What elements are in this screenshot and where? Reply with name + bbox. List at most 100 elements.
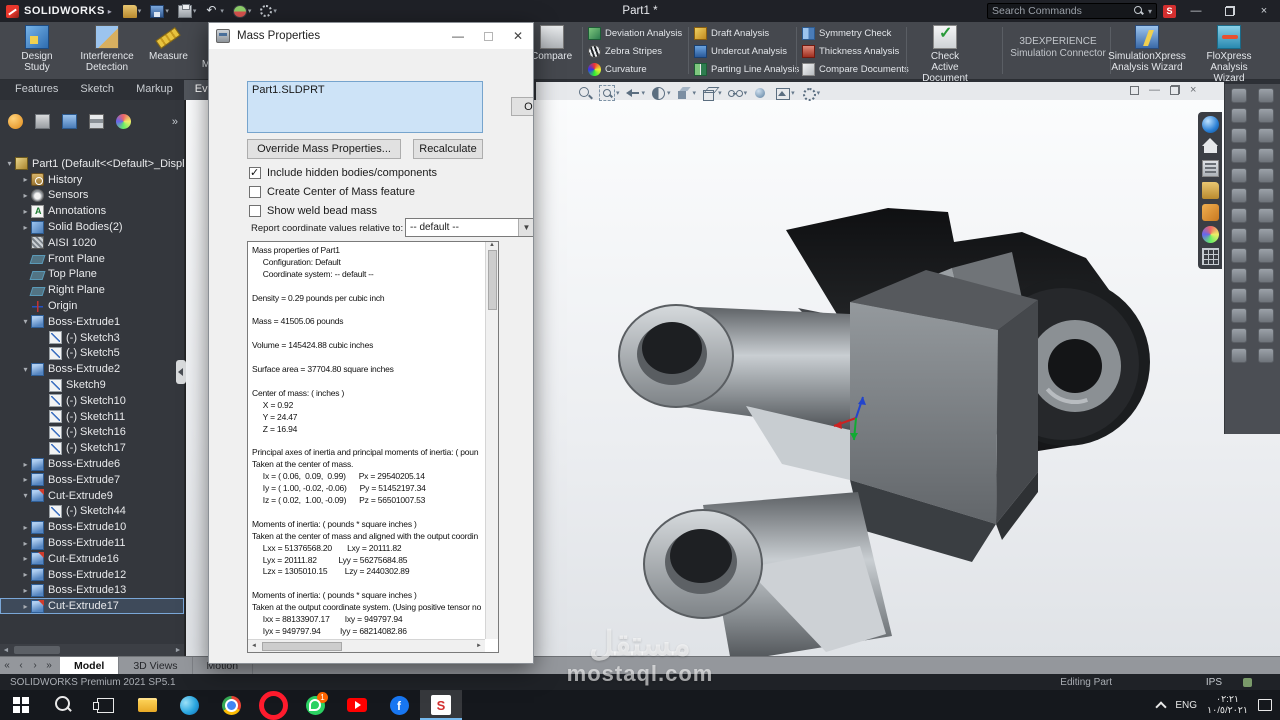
menu-expand-icon[interactable]: ▸ bbox=[108, 7, 112, 16]
expander-icon[interactable]: ▾ bbox=[20, 491, 31, 500]
doc-restore-button[interactable] bbox=[1170, 85, 1180, 95]
tree-item[interactable]: (-) Sketch3 bbox=[0, 330, 184, 346]
symmetry-check-button[interactable]: Symmetry Check bbox=[802, 25, 909, 42]
right-toolbar-icon[interactable] bbox=[1258, 348, 1274, 363]
scroll-tabs-end-icon[interactable]: » bbox=[42, 657, 56, 674]
expander-icon[interactable]: ▾ bbox=[20, 365, 31, 374]
tree-item[interactable]: (-) Sketch10 bbox=[0, 393, 184, 409]
right-toolbar-icon[interactable] bbox=[1258, 328, 1274, 343]
expander-icon[interactable]: ▸ bbox=[20, 207, 31, 216]
design-library-icon[interactable] bbox=[1202, 160, 1219, 177]
check-active-document-button[interactable]: Check Active Document bbox=[912, 23, 978, 86]
clock[interactable]: ٠٢:٢١ ١٠/٥/٢٠٢١ bbox=[1207, 694, 1248, 716]
start-button[interactable] bbox=[0, 690, 42, 720]
tree-item[interactable]: ▸ Boss-Extrude11 bbox=[0, 535, 184, 551]
tree-item[interactable]: ▸ Boss-Extrude13 bbox=[0, 583, 184, 599]
selected-document[interactable]: Part1.SLDPRT bbox=[252, 84, 325, 96]
right-toolbar-icon[interactable] bbox=[1231, 348, 1247, 363]
scroll-right-icon[interactable]: ► bbox=[473, 643, 485, 649]
checkbox-icon[interactable] bbox=[249, 167, 261, 179]
interference-detection-button[interactable]: Interference Detection bbox=[74, 23, 140, 75]
notification-center-icon[interactable] bbox=[1258, 699, 1272, 711]
taskbar-search-button[interactable] bbox=[42, 690, 84, 720]
right-toolbar-icon[interactable] bbox=[1258, 308, 1274, 323]
solidworks-resources-home-icon[interactable] bbox=[1202, 138, 1219, 155]
tree-item[interactable]: ▾ Boss-Extrude1 bbox=[0, 314, 184, 330]
zoom-fit-icon[interactable] bbox=[576, 85, 595, 101]
tree-item[interactable]: ▾ Boss-Extrude2 bbox=[0, 361, 184, 377]
save-icon[interactable]: ▾ bbox=[147, 5, 172, 18]
include-hidden-bodies-checkbox[interactable]: Include hidden bodies/components bbox=[249, 163, 437, 182]
right-toolbar-icon[interactable] bbox=[1258, 168, 1274, 183]
tree-item[interactable]: ▸ Boss-Extrude6 bbox=[0, 456, 184, 472]
zoom-area-icon[interactable]: ▾ bbox=[598, 85, 621, 101]
tree-item[interactable]: ▸ Cut-Extrude16 bbox=[0, 551, 184, 567]
coordinate-system-dropdown[interactable]: -- default -- ▼ bbox=[405, 218, 534, 237]
file-explorer-pane-icon[interactable] bbox=[1202, 182, 1219, 199]
tab-sketch[interactable]: Sketch bbox=[69, 80, 125, 100]
file-explorer-icon[interactable] bbox=[126, 690, 168, 720]
tree-item[interactable]: ▸ Cut-Extrude17 bbox=[0, 598, 184, 614]
tree-item[interactable]: ▸ Boss-Extrude12 bbox=[0, 567, 184, 583]
solidworks-taskbar-icon[interactable] bbox=[420, 690, 462, 720]
right-toolbar-icon[interactable] bbox=[1258, 128, 1274, 143]
tree-item[interactable]: Top Plane bbox=[0, 267, 184, 283]
display-style-icon[interactable]: ▾ bbox=[700, 85, 723, 101]
scroll-left-icon[interactable]: ◄ bbox=[248, 643, 260, 649]
zebra-stripes-button[interactable]: Zebra Stripes bbox=[588, 43, 682, 60]
search-input[interactable] bbox=[992, 5, 1130, 17]
draft-analysis-button[interactable]: Draft Analysis bbox=[694, 25, 799, 42]
tab-model[interactable]: Model bbox=[60, 657, 119, 674]
recalculate-button[interactable]: Recalculate bbox=[413, 139, 483, 159]
expander-icon[interactable]: ▾ bbox=[4, 159, 15, 168]
scrollbar-thumb[interactable] bbox=[488, 250, 497, 310]
tree-item[interactable]: (-) Sketch17 bbox=[0, 440, 184, 456]
right-toolbar-icon[interactable] bbox=[1231, 288, 1247, 303]
right-toolbar-icon[interactable] bbox=[1231, 188, 1247, 203]
expander-icon[interactable]: ▸ bbox=[20, 602, 31, 611]
scroll-right-icon[interactable]: ► bbox=[172, 647, 184, 654]
dialog-titlebar[interactable]: Mass Properties — ✕ bbox=[209, 23, 533, 49]
appearances-icon[interactable] bbox=[1202, 204, 1219, 221]
tree-item[interactable]: ▸ History bbox=[0, 172, 184, 188]
tree-item[interactable]: AISI 1020 bbox=[0, 235, 184, 251]
right-toolbar-icon[interactable] bbox=[1258, 228, 1274, 243]
search-commands-box[interactable]: ▾ bbox=[987, 3, 1157, 19]
simulationxpress-wizard-button[interactable]: SimulationXpress Analysis Wizard bbox=[1114, 23, 1180, 75]
solidworks-mini-logo-icon[interactable]: S bbox=[1163, 5, 1176, 18]
print-button[interactable]: Print... bbox=[364, 663, 430, 664]
tree-item[interactable]: Sketch9 bbox=[0, 377, 184, 393]
right-toolbar-icon[interactable] bbox=[1231, 88, 1247, 103]
facebook-icon[interactable] bbox=[378, 690, 420, 720]
expander-icon[interactable]: ▸ bbox=[20, 191, 31, 200]
floxpress-wizard-button[interactable]: FloXpress Analysis Wizard bbox=[1196, 23, 1262, 86]
search-dropdown-icon[interactable]: ▾ bbox=[1148, 7, 1152, 16]
right-toolbar-icon[interactable] bbox=[1258, 208, 1274, 223]
checkbox-icon[interactable] bbox=[249, 205, 261, 217]
expander-icon[interactable]: ▸ bbox=[20, 586, 31, 595]
tree-item[interactable]: ▸ Solid Bodies(2) bbox=[0, 219, 184, 235]
dialog-close-button[interactable]: ✕ bbox=[503, 23, 533, 49]
scroll-tabs-start-icon[interactable]: « bbox=[0, 657, 14, 674]
tree-item[interactable]: (-) Sketch5 bbox=[0, 346, 184, 362]
scrollbar-thumb[interactable] bbox=[262, 642, 342, 651]
language-indicator[interactable]: ENG bbox=[1175, 700, 1197, 711]
edit-appearance-icon[interactable] bbox=[751, 85, 770, 101]
minimize-button[interactable]: — bbox=[1182, 0, 1210, 22]
right-toolbar-icon[interactable] bbox=[1231, 208, 1247, 223]
panel-splitter-handle[interactable] bbox=[176, 360, 186, 384]
expander-icon[interactable]: ▸ bbox=[20, 475, 31, 484]
scroll-tabs-left-icon[interactable]: ‹ bbox=[14, 657, 28, 674]
expander-icon[interactable]: ▸ bbox=[20, 570, 31, 579]
view-settings-icon[interactable]: ▾ bbox=[799, 85, 822, 101]
right-toolbar-icon[interactable] bbox=[1231, 148, 1247, 163]
right-toolbar-icon[interactable] bbox=[1258, 268, 1274, 283]
custom-properties-icon[interactable] bbox=[1202, 248, 1219, 265]
units-selector[interactable]: IPS bbox=[1206, 677, 1222, 688]
tree-item[interactable]: Front Plane bbox=[0, 251, 184, 267]
dropdown-arrow-icon[interactable]: ▼ bbox=[518, 219, 534, 236]
whatsapp-icon[interactable]: 1 bbox=[294, 690, 336, 720]
doc-minimize-button[interactable]: — bbox=[1149, 84, 1160, 96]
tab-features[interactable]: Features bbox=[4, 80, 69, 100]
scroll-left-icon[interactable]: ◄ bbox=[0, 647, 12, 654]
